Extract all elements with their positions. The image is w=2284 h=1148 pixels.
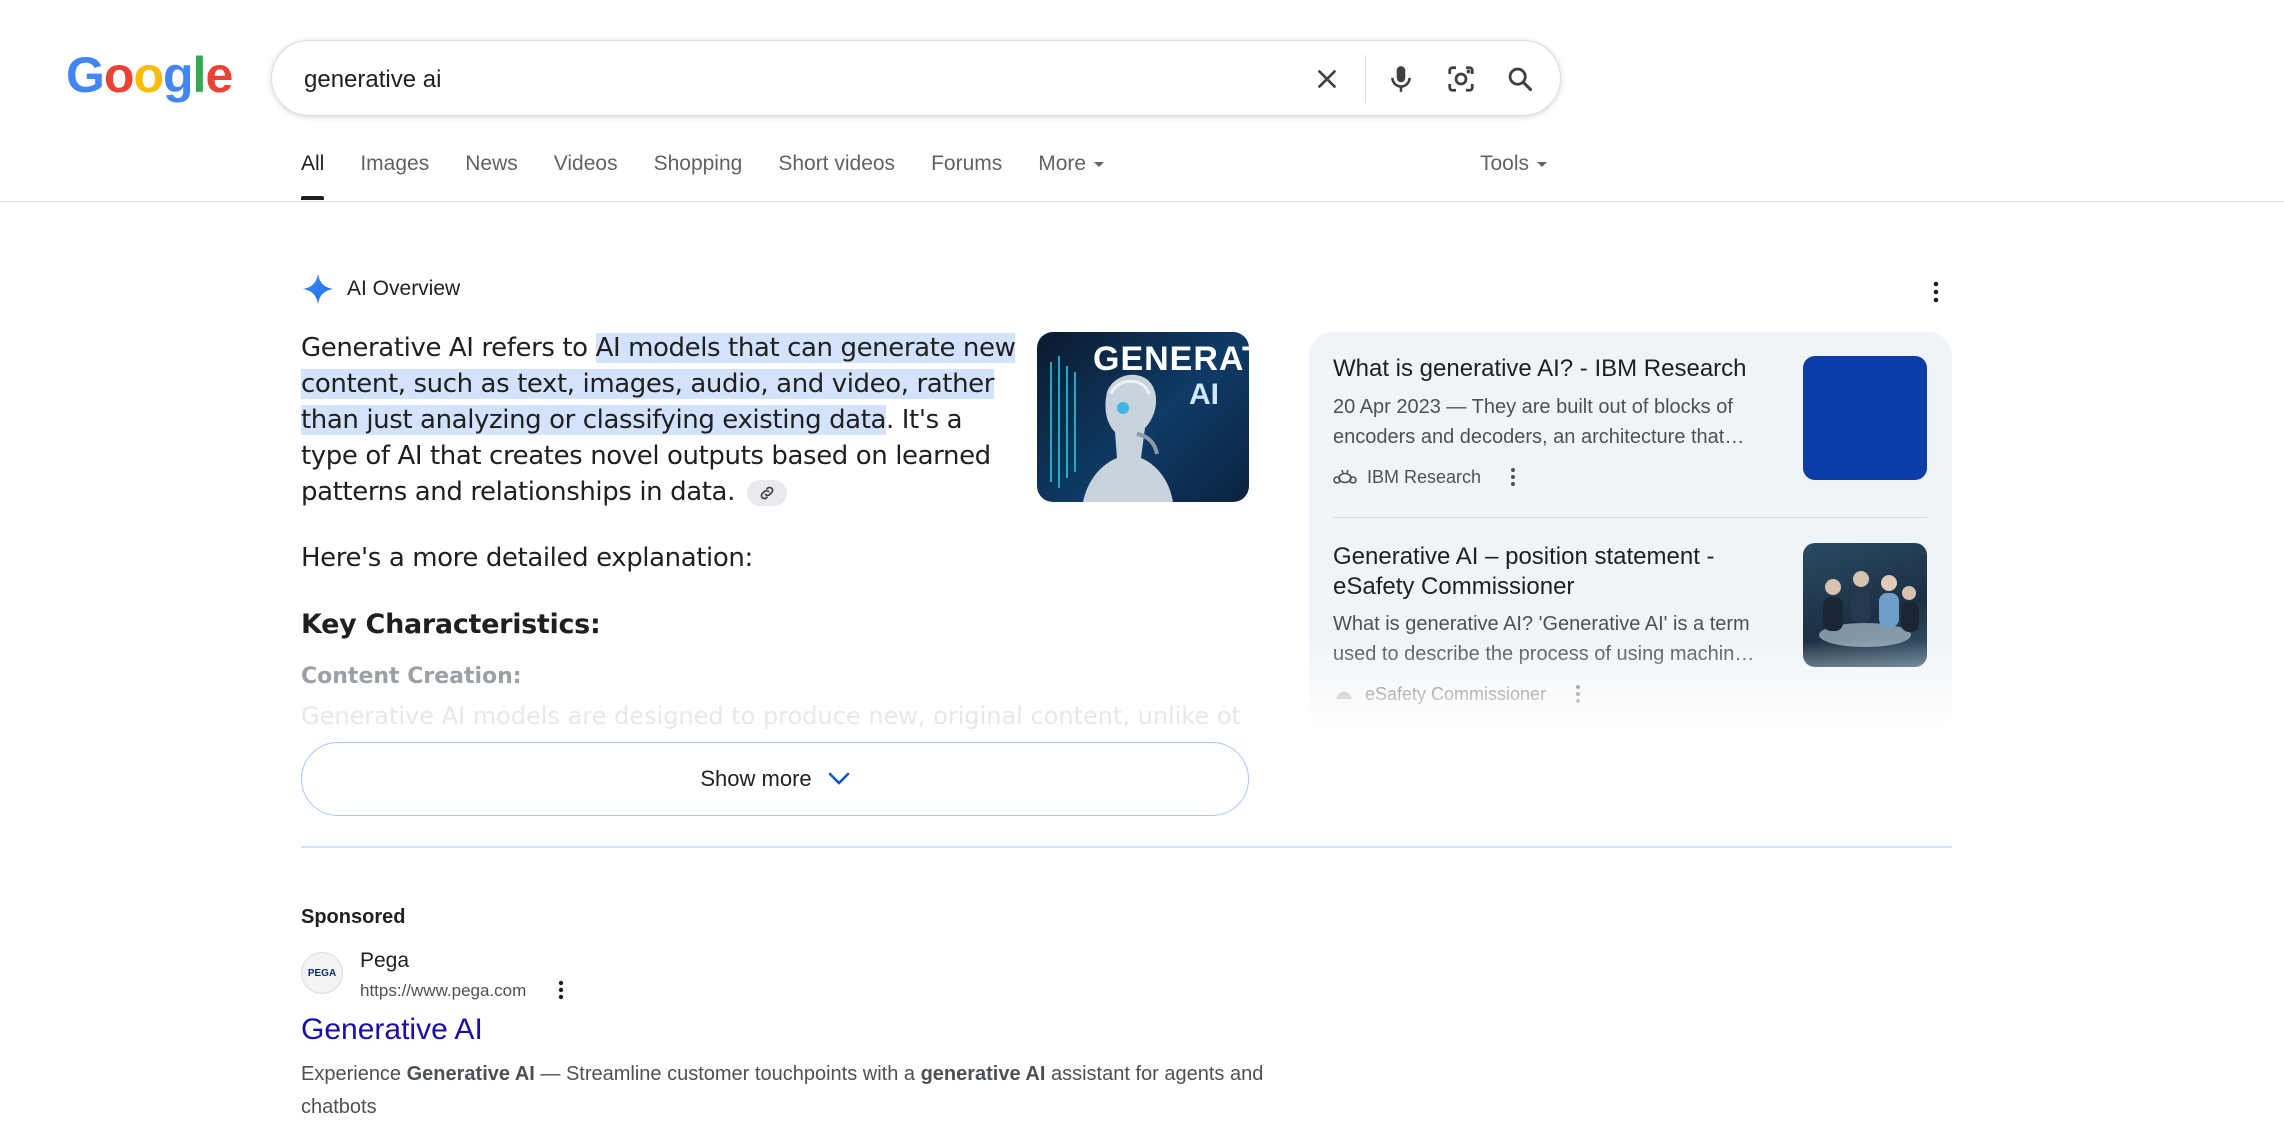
tab-forums[interactable]: Forums <box>931 152 1002 176</box>
source-title[interactable]: What is generative AI? - IBM Research <box>1333 354 1747 384</box>
source-meta: IBM Research <box>1333 466 1521 488</box>
source-menu-icon[interactable] <box>1570 683 1586 705</box>
tab-news[interactable]: News <box>465 152 518 176</box>
ai-overview-summary: Generative AI refers to AI models that c… <box>301 330 1021 510</box>
ai-overview-label: AI Overview <box>347 277 461 300</box>
search-icon[interactable] <box>1502 61 1538 97</box>
tab-shopping[interactable]: Shopping <box>654 152 743 176</box>
ad-desc-bold: generative AI <box>920 1063 1046 1085</box>
faded-overflow-text: Generative AI models are designed to pro… <box>301 702 1241 730</box>
tools-label: Tools <box>1480 152 1530 175</box>
ai-overview-divider <box>301 846 1952 848</box>
source-snippet-line: 20 Apr 2023 — They are built out of bloc… <box>1333 396 1733 418</box>
source-title-line[interactable]: Generative AI – position statement - <box>1333 542 1715 572</box>
ai-overview-header: AI Overview <box>301 272 460 306</box>
advertiser-url[interactable]: https://www.pega.com <box>360 981 526 1001</box>
show-more-label: Show more <box>700 766 812 791</box>
ad-desc-bold: Generative AI <box>406 1063 535 1085</box>
source-menu-icon[interactable] <box>1505 466 1521 488</box>
ibm-bee-icon <box>1333 469 1357 484</box>
search-box <box>271 40 1561 116</box>
show-more-button[interactable]: Show more <box>301 742 1249 816</box>
source-link-chip[interactable] <box>746 479 787 506</box>
ai-overview-menu-icon[interactable] <box>1924 278 1948 306</box>
ai-overview-image[interactable]: GENERAT AI <box>1037 332 1249 502</box>
source-snippet-line: encoders and decoders, an architecture t… <box>1333 426 1745 448</box>
summary-lead: Generative AI refers to <box>301 333 596 363</box>
source-snippet-line: used to describe the process of using ma… <box>1333 643 1755 665</box>
ad-description: Experience Generative AI — Streamline cu… <box>301 1058 1301 1124</box>
ad-menu-icon[interactable] <box>553 978 569 1002</box>
ad-desc-text: — Streamline customer touchpoints with a <box>534 1063 921 1085</box>
search-tabs: All Images News Videos Shopping Short vi… <box>301 152 1140 200</box>
tab-videos[interactable]: Videos <box>554 152 618 176</box>
google-logo[interactable]: Google <box>66 50 233 100</box>
source-title-line[interactable]: eSafety Commissioner <box>1333 572 1574 602</box>
search-divider <box>1365 55 1366 103</box>
tab-short-videos[interactable]: Short videos <box>778 152 895 176</box>
meeting-photo <box>1819 571 1919 647</box>
source-snippet-line: What is generative AI? 'Generative AI' i… <box>1333 613 1750 635</box>
caret-down-icon <box>1094 161 1105 167</box>
content-creation-heading: Content Creation: <box>301 664 522 689</box>
sponsored-label: Sponsored <box>301 906 406 928</box>
clear-icon[interactable] <box>1309 61 1345 97</box>
image-caption-generative: GENERAT <box>1093 340 1249 378</box>
link-icon <box>760 486 774 499</box>
source-thumbnail[interactable] <box>1803 356 1927 480</box>
image-caption-ai: AI <box>1189 378 1219 411</box>
header-divider <box>0 201 2284 202</box>
source-site: eSafety Commissioner <box>1365 683 1547 704</box>
advertiser-logo[interactable]: PEGA <box>301 952 343 994</box>
source-meta: eSafety Commissioner <box>1333 683 1586 705</box>
chevron-down-icon <box>828 772 849 785</box>
tab-more[interactable]: More <box>1038 152 1105 176</box>
source-panel: What is generative AI? - IBM Research 20… <box>1309 332 1952 732</box>
ad-title-link[interactable]: Generative AI <box>301 1013 483 1047</box>
ad-desc-text: Experience <box>301 1063 407 1085</box>
lens-camera-icon[interactable] <box>1443 61 1479 97</box>
esafety-logo-icon <box>1336 691 1352 699</box>
advertiser-name[interactable]: Pega <box>360 949 409 973</box>
advertiser-logo-text: PEGA <box>307 967 337 979</box>
tab-images[interactable]: Images <box>360 152 429 176</box>
tab-all[interactable]: All <box>301 152 325 200</box>
tab-more-label: More <box>1038 152 1087 175</box>
source-divider <box>1333 517 1927 518</box>
source-thumbnail[interactable] <box>1803 543 1927 667</box>
key-characteristics-heading: Key Characteristics: <box>301 609 601 640</box>
tools-button[interactable]: Tools <box>1480 152 1548 176</box>
search-input[interactable] <box>302 59 1286 101</box>
gemini-sparkle-icon <box>302 273 334 305</box>
caret-down-icon <box>1537 161 1548 167</box>
microphone-icon[interactable] <box>1383 61 1419 97</box>
source-site: IBM Research <box>1367 466 1482 487</box>
explanation-intro: Here's a more detailed explanation: <box>301 543 753 573</box>
